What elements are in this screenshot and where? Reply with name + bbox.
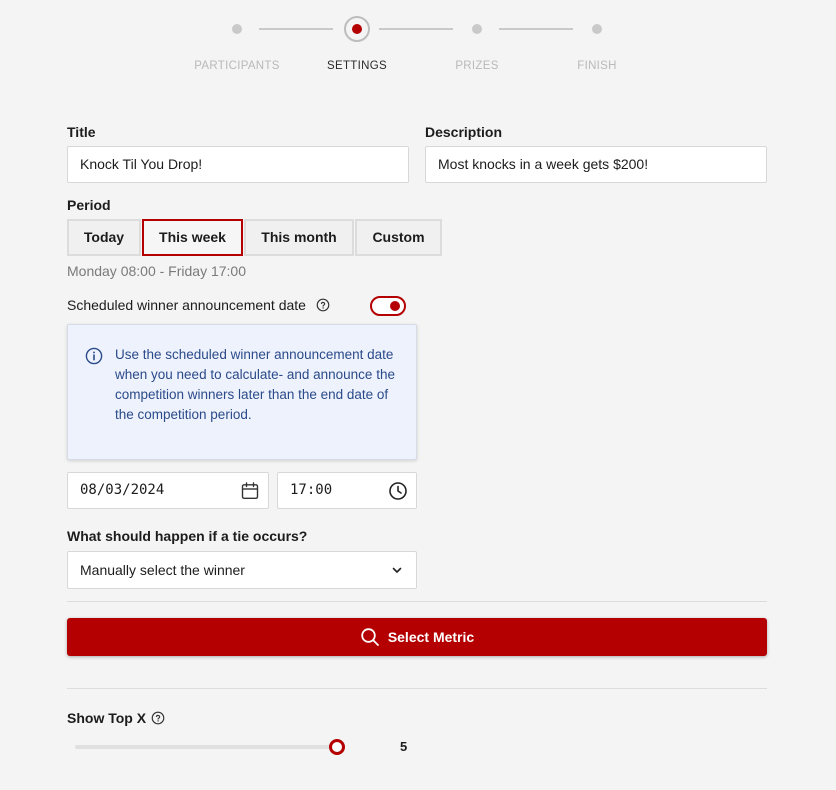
announcement-info-text: Use the scheduled winner announcement da… <box>115 347 395 422</box>
info-icon <box>85 347 103 365</box>
wizard-stepper: PARTICIPANTS SETTINGS PRIZES FINISH <box>0 14 836 84</box>
step-dot <box>472 24 482 34</box>
announcement-label: Scheduled winner announcement date <box>67 297 306 313</box>
announcement-info-box: Use the scheduled winner announcement da… <box>67 324 417 460</box>
period-selector: Today This week This month Custom <box>67 219 443 256</box>
step-dot <box>232 24 242 34</box>
divider <box>67 688 767 689</box>
step-dot <box>592 24 602 34</box>
announcement-row: Scheduled winner announcement date <box>67 297 330 313</box>
step-settings[interactable]: SETTINGS <box>297 14 417 72</box>
show-top-row: Show Top X <box>67 710 165 726</box>
description-label: Description <box>425 124 503 140</box>
period-option-custom[interactable]: Custom <box>355 219 442 256</box>
title-input[interactable]: Knock Til You Drop! <box>67 146 409 183</box>
show-top-value: 5 <box>400 739 408 754</box>
select-metric-button[interactable]: Select Metric <box>67 618 767 656</box>
show-top-label: Show Top X <box>67 710 147 726</box>
chevron-down-icon <box>392 567 402 573</box>
step-label: PARTICIPANTS <box>194 60 280 72</box>
clock-icon[interactable] <box>388 481 408 501</box>
period-option-this-week[interactable]: This week <box>142 219 243 256</box>
step-prizes[interactable]: PRIZES <box>417 14 537 72</box>
step-dot-active <box>344 16 370 42</box>
time-value: 17:00 <box>290 482 333 498</box>
description-input[interactable]: Most knocks in a week gets $200! <box>425 146 767 183</box>
date-value: 08/03/2024 <box>80 482 165 498</box>
period-option-this-month[interactable]: This month <box>244 219 354 256</box>
search-icon <box>361 628 379 646</box>
help-circle-icon[interactable] <box>316 298 330 312</box>
announcement-toggle[interactable] <box>370 296 406 316</box>
tie-selected-value: Manually select the winner <box>80 562 245 578</box>
step-label: FINISH <box>577 60 617 72</box>
select-metric-label: Select Metric <box>387 629 475 645</box>
announcement-time-input[interactable]: 17:00 <box>277 472 417 509</box>
show-top-slider-thumb[interactable] <box>329 739 345 755</box>
show-top-slider-track[interactable] <box>75 745 337 749</box>
step-label: PRIZES <box>455 60 499 72</box>
step-finish[interactable]: FINISH <box>537 14 657 72</box>
title-label: Title <box>67 124 96 140</box>
period-range-text: Monday 08:00 - Friday 17:00 <box>67 263 246 279</box>
tie-select[interactable]: Manually select the winner <box>67 551 417 589</box>
calendar-icon[interactable] <box>240 481 260 501</box>
step-label: SETTINGS <box>327 60 387 72</box>
period-label: Period <box>67 197 111 213</box>
divider <box>67 601 767 602</box>
announcement-date-input[interactable]: 08/03/2024 <box>67 472 269 509</box>
period-option-today[interactable]: Today <box>67 219 141 256</box>
help-circle-icon[interactable] <box>151 711 165 725</box>
step-participants[interactable]: PARTICIPANTS <box>177 14 297 72</box>
tie-label: What should happen if a tie occurs? <box>67 528 308 544</box>
